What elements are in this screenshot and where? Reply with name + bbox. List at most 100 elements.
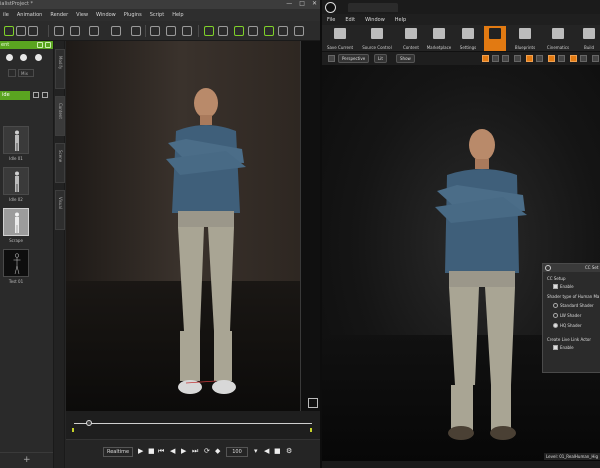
- scale-snap-icon[interactable]: [570, 55, 577, 62]
- timeline-settings-icon[interactable]: ⚙: [286, 448, 292, 455]
- loop-icon[interactable]: ⟳: [204, 448, 210, 455]
- group-icon[interactable]: [35, 54, 42, 61]
- enable-checkbox[interactable]: [553, 284, 558, 289]
- scale-icon[interactable]: [131, 26, 141, 36]
- physics-icon[interactable]: [234, 26, 244, 36]
- motion-thumbnail[interactable]: [3, 126, 29, 154]
- stop-icon[interactable]: ■: [148, 448, 155, 455]
- menu-animation[interactable]: Animation: [17, 12, 43, 18]
- step-down-icon[interactable]: ▾: [254, 448, 258, 455]
- capture-icon[interactable]: [248, 26, 258, 36]
- next-frame-icon[interactable]: ▶: [181, 448, 186, 455]
- new-project-icon[interactable]: [4, 26, 14, 36]
- panel-tab-mix[interactable]: Mix: [18, 69, 34, 77]
- lw-shader-radio[interactable]: [553, 313, 558, 318]
- prev-frame-icon[interactable]: ◀: [170, 448, 175, 455]
- morph-icon[interactable]: [264, 26, 274, 36]
- camera-view-icon[interactable]: ■: [274, 448, 281, 455]
- minimize-icon[interactable]: —: [286, 0, 292, 7]
- transform-icon[interactable]: [166, 26, 176, 36]
- undo-icon[interactable]: [54, 26, 64, 36]
- rotate-icon[interactable]: [492, 55, 499, 62]
- panel-selected-folder[interactable]: ide: [0, 91, 30, 100]
- menu-window[interactable]: Window: [96, 12, 116, 18]
- menu-file[interactable]: ile: [3, 12, 9, 18]
- camera-icon[interactable]: [182, 26, 192, 36]
- save-icon[interactable]: [28, 26, 38, 36]
- hq-shader-radio[interactable]: [553, 323, 558, 328]
- timeline-start-marker[interactable]: [72, 428, 74, 432]
- render-icon[interactable]: [204, 26, 214, 36]
- blueprints-button[interactable]: Blueprints: [510, 26, 540, 51]
- timeline-end-marker[interactable]: [310, 428, 312, 432]
- export-icon[interactable]: [294, 26, 304, 36]
- last-frame-icon[interactable]: ⏭: [192, 448, 198, 455]
- level-tab[interactable]: [348, 3, 398, 12]
- motion-thumbnail[interactable]: [3, 167, 29, 195]
- translate-icon[interactable]: [482, 55, 489, 62]
- source-control-button[interactable]: Source Control: [358, 26, 396, 51]
- grid-view-icon[interactable]: [42, 92, 48, 98]
- scale-size-icon[interactable]: [580, 55, 587, 62]
- key-icon[interactable]: ◆: [215, 448, 220, 455]
- menu-plugins[interactable]: Plugins: [124, 12, 142, 18]
- menu-window[interactable]: Window: [365, 17, 385, 23]
- plugin-highlight-button[interactable]: [484, 26, 506, 51]
- frame-input[interactable]: 100: [226, 447, 248, 457]
- viewport-maximize-icon[interactable]: [308, 398, 318, 408]
- open-icon[interactable]: [16, 26, 26, 36]
- light-icon[interactable]: [218, 26, 228, 36]
- redo-icon[interactable]: [70, 26, 80, 36]
- live-link-enable-checkbox[interactable]: [553, 345, 558, 350]
- menu-help[interactable]: Help: [172, 12, 183, 18]
- menu-render[interactable]: Render: [50, 12, 68, 18]
- show-button[interactable]: Show: [396, 54, 415, 63]
- motion-thumbnail[interactable]: [3, 249, 29, 277]
- timeline-scrubber[interactable]: [86, 420, 92, 426]
- grid-size-icon[interactable]: [536, 55, 543, 62]
- volume-icon[interactable]: ◀: [264, 448, 269, 455]
- menu-edit[interactable]: Edit: [345, 17, 355, 23]
- realtime-dropdown[interactable]: Realtime: [103, 447, 133, 457]
- play-icon[interactable]: ▶: [138, 448, 143, 455]
- save-current-button[interactable]: Save Current: [324, 26, 356, 51]
- add-icon[interactable]: +: [23, 455, 31, 465]
- filter-icon[interactable]: [6, 54, 13, 61]
- grid-snap-icon[interactable]: [526, 55, 533, 62]
- rotate-icon[interactable]: [111, 26, 121, 36]
- viewport-options-icon[interactable]: [328, 55, 335, 62]
- move-icon[interactable]: [89, 26, 99, 36]
- standard-shader-radio[interactable]: [553, 303, 558, 308]
- left-3d-viewport[interactable]: [66, 41, 320, 411]
- menu-help[interactable]: Help: [395, 17, 406, 23]
- content-button[interactable]: Content: [400, 26, 422, 51]
- perspective-button[interactable]: Perspective: [338, 54, 370, 63]
- plugin-icon[interactable]: [278, 26, 288, 36]
- sphere-icon[interactable]: [20, 54, 27, 61]
- panel-tab-arrow[interactable]: [8, 69, 16, 77]
- pick-icon[interactable]: [150, 26, 160, 36]
- first-frame-icon[interactable]: ⏮: [158, 448, 164, 455]
- menu-view[interactable]: View: [76, 12, 88, 18]
- build-button[interactable]: Build: [578, 26, 600, 51]
- panel-float-icon[interactable]: [37, 42, 43, 48]
- cinematics-button[interactable]: Cinematics: [542, 26, 574, 51]
- motion-thumbnail-selected[interactable]: [3, 208, 29, 236]
- maximize-icon[interactable]: □: [299, 0, 305, 7]
- menu-script[interactable]: Script: [150, 12, 165, 18]
- marketplace-button[interactable]: Marketplace: [424, 26, 454, 51]
- timeline-track[interactable]: [74, 423, 312, 424]
- scale-icon[interactable]: [502, 55, 509, 62]
- tab-visual[interactable]: Visual: [55, 190, 65, 230]
- world-icon[interactable]: [514, 55, 521, 62]
- menu-file[interactable]: File: [327, 17, 335, 23]
- tab-scene[interactable]: Scene: [55, 143, 65, 183]
- rotate-size-icon[interactable]: [558, 55, 565, 62]
- close-icon[interactable]: ✕: [312, 0, 317, 7]
- right-3d-viewport[interactable]: CC Set CC Setup Enable Shader type of Hu…: [322, 65, 600, 461]
- panel-close-icon[interactable]: [45, 42, 51, 48]
- lit-button[interactable]: Lit: [374, 54, 387, 63]
- tab-content[interactable]: Content: [55, 96, 65, 136]
- settings-button[interactable]: Settings: [456, 26, 480, 51]
- rotate-snap-icon[interactable]: [548, 55, 555, 62]
